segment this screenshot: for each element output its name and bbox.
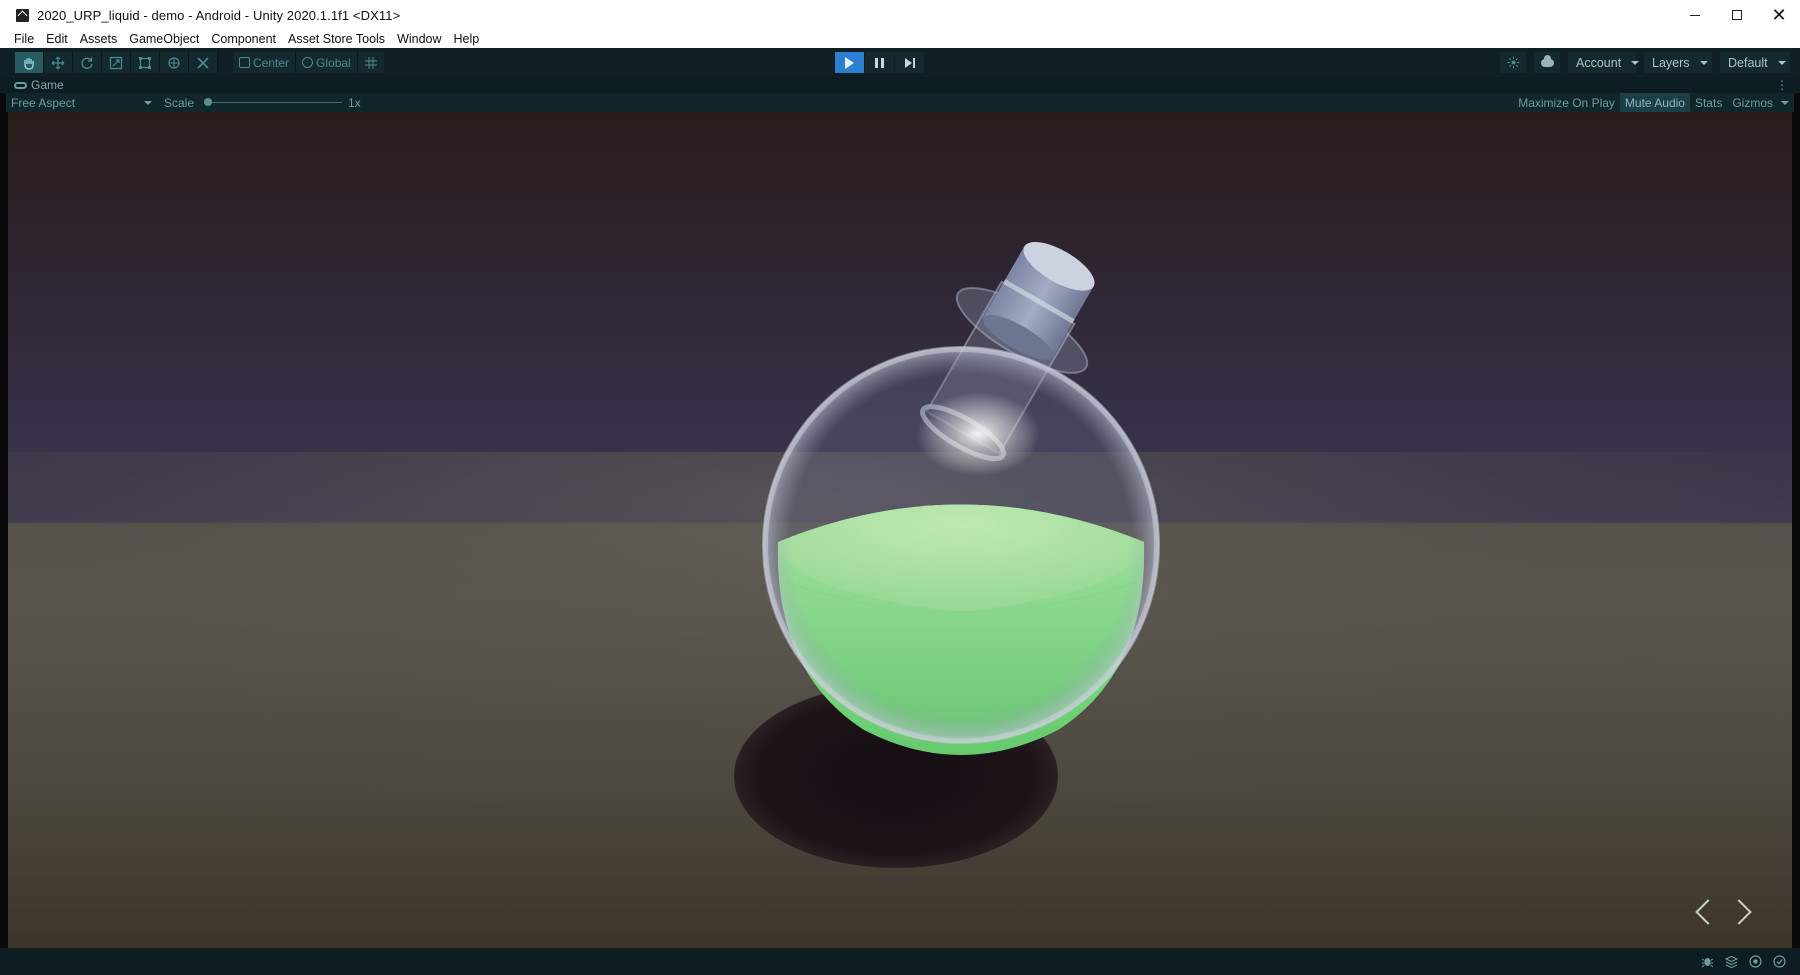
transform-tools <box>15 52 218 73</box>
cloud-button[interactable] <box>1534 52 1560 73</box>
slider-track <box>204 102 343 103</box>
slider-thumb[interactable] <box>204 98 213 106</box>
collab-icon <box>1507 56 1519 69</box>
chevron-down-icon <box>1781 100 1789 105</box>
aspect-label: Free Aspect <box>11 95 76 110</box>
menu-edit[interactable]: Edit <box>46 32 68 46</box>
game-view-controls: Free Aspect Scale 1x Maximize On Play Mu… <box>6 93 1794 112</box>
layers-dropdown[interactable]: Layers <box>1644 52 1712 73</box>
window-title: 2020_URP_liquid - demo - Android - Unity… <box>37 7 401 23</box>
move-icon <box>51 56 65 69</box>
chevron-down-icon <box>144 101 152 105</box>
tools-icon <box>197 56 209 69</box>
window-controls: ✕ <box>1674 0 1800 30</box>
menu-file[interactable]: File <box>14 32 34 46</box>
scale-value: 1x <box>348 95 361 110</box>
title-bar: 2020_URP_liquid - demo - Android - Unity… <box>0 0 1800 30</box>
account-label: Account <box>1576 55 1622 70</box>
game-tab-bar: Game ⋮ <box>0 77 1800 93</box>
minimize-icon <box>1690 14 1700 16</box>
gamepad-icon <box>14 81 27 89</box>
menu-gameobject[interactable]: GameObject <box>129 32 199 46</box>
mute-audio-toggle[interactable]: Mute Audio <box>1619 93 1690 112</box>
game-viewport[interactable] <box>8 112 1792 948</box>
move-tool-button[interactable] <box>44 52 73 73</box>
maximize-icon <box>1732 10 1742 20</box>
pivot-label: Center <box>253 55 290 70</box>
maximize-on-play-toggle[interactable]: Maximize On Play <box>1513 93 1620 112</box>
custom-tool-button[interactable] <box>189 52 218 73</box>
hand-tool-button[interactable] <box>15 52 44 73</box>
rendered-scene <box>8 242 1792 948</box>
chevron-left-icon[interactable] <box>1694 894 1714 928</box>
pivot-center-toggle[interactable]: Center <box>233 52 297 73</box>
scale-slider[interactable] <box>204 93 343 112</box>
space-global-toggle[interactable]: Global <box>296 52 358 73</box>
scale-label: Scale <box>164 95 195 110</box>
close-icon: ✕ <box>1771 5 1787 25</box>
check-circle-icon[interactable] <box>1772 954 1786 968</box>
grid-icon <box>364 56 377 69</box>
globe-icon <box>302 57 314 68</box>
game-view-toggles: Maximize On Play Mute Audio Stats Gizmos <box>1513 93 1794 112</box>
rotate-tool-button[interactable] <box>73 52 102 73</box>
menu-assets[interactable]: Assets <box>80 32 118 46</box>
hand-icon <box>24 57 34 70</box>
space-label: Global <box>316 55 351 70</box>
aspect-dropdown[interactable]: Free Aspect <box>6 93 154 112</box>
pause-button[interactable] <box>865 52 894 73</box>
step-icon <box>904 57 915 68</box>
step-button[interactable] <box>895 52 924 73</box>
pivot-tools: Center Global <box>233 52 384 73</box>
close-button[interactable]: ✕ <box>1758 0 1800 30</box>
rect-icon <box>139 56 151 69</box>
grid-snap-button[interactable] <box>357 52 384 73</box>
menu-component[interactable]: Component <box>211 32 276 46</box>
rect-tool-button[interactable] <box>131 52 160 73</box>
play-icon <box>845 56 854 69</box>
menu-asset-store-tools[interactable]: Asset Store Tools <box>288 32 385 46</box>
layout-label: Default <box>1728 55 1768 70</box>
chevron-down-icon <box>1631 60 1640 65</box>
pivot-icon <box>239 57 250 68</box>
bug-icon[interactable] <box>1700 954 1714 968</box>
chevron-down-icon <box>1777 60 1786 65</box>
toolbar-right: Account Layers Default <box>1500 52 1800 73</box>
gizmos-dropdown[interactable]: Gizmos <box>1727 93 1794 112</box>
cloud-icon <box>1540 54 1554 67</box>
menu-window[interactable]: Window <box>397 32 441 46</box>
status-bar <box>0 948 1800 975</box>
progress-icon[interactable] <box>1748 954 1762 968</box>
play-button[interactable] <box>835 52 864 73</box>
layout-dropdown[interactable]: Default <box>1720 52 1790 73</box>
chevron-down-icon <box>1699 60 1708 65</box>
main-toolbar: Center Global Account Layers Default <box>0 48 1800 77</box>
unity-logo-icon <box>16 8 29 22</box>
scale-icon <box>109 56 123 69</box>
rotate-icon <box>81 57 93 69</box>
menu-bar: File Edit Assets GameObject Component As… <box>0 30 1800 48</box>
more-options-icon[interactable]: ⋮ <box>1776 78 1788 92</box>
layers-stack-icon[interactable] <box>1724 954 1738 968</box>
transform-icon <box>168 56 180 69</box>
account-dropdown[interactable]: Account <box>1568 52 1640 73</box>
slide-navigation <box>1694 894 1752 928</box>
minimize-button[interactable] <box>1674 0 1716 30</box>
transform-tool-button[interactable] <box>160 52 189 73</box>
tab-game[interactable]: Game <box>31 78 64 92</box>
scale-tool-button[interactable] <box>102 52 131 73</box>
collab-button[interactable] <box>1500 52 1526 73</box>
maximize-button[interactable] <box>1716 0 1758 30</box>
pause-icon <box>875 57 884 68</box>
gizmos-label: Gizmos <box>1732 95 1773 110</box>
layers-label: Layers <box>1652 55 1690 70</box>
unity-editor-window: 2020_URP_liquid - demo - Android - Unity… <box>0 0 1800 975</box>
stats-toggle[interactable]: Stats <box>1690 93 1727 112</box>
chevron-right-icon[interactable] <box>1732 894 1752 928</box>
menu-help[interactable]: Help <box>454 32 480 46</box>
playmode-controls <box>835 52 925 73</box>
status-icons <box>1700 954 1786 968</box>
